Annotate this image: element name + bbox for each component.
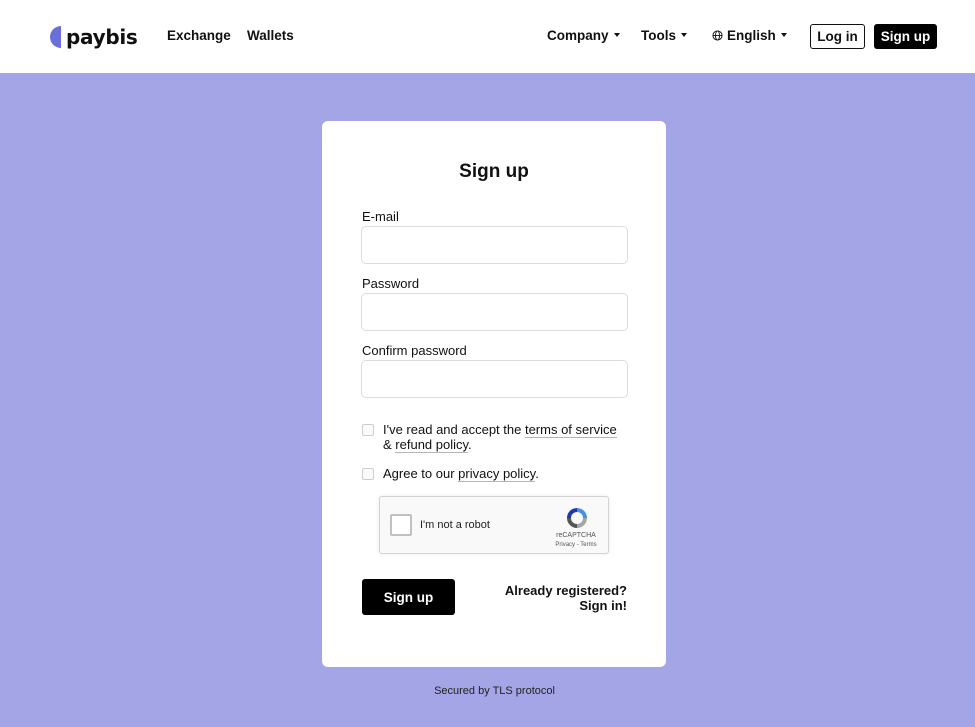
chevron-down-icon [613, 33, 620, 38]
terms-of-service-link[interactable]: terms of service [524, 422, 617, 438]
terms-row: I've read and accept the terms of servic… [362, 422, 617, 453]
nav-wallets[interactable]: Wallets [247, 28, 294, 43]
paybis-logo[interactable]: paybis [50, 24, 138, 50]
already-registered-text: Already registered? [504, 583, 627, 598]
signup-header-button[interactable]: Sign up [874, 24, 937, 49]
globe-icon [712, 30, 723, 41]
privacy-row: Agree to our privacy policy. [362, 466, 539, 482]
nav-exchange[interactable]: Exchange [167, 28, 231, 43]
chevron-down-icon [780, 33, 787, 38]
already-registered: Already registered? Sign in! [505, 583, 627, 613]
terms-text: I've read and accept the terms of servic… [383, 422, 617, 453]
recaptcha-links[interactable]: Privacy - Terms [546, 542, 606, 548]
security-note: Secured by TLS protocol [434, 685, 555, 697]
signup-submit-button[interactable]: Sign up [362, 579, 455, 615]
refund-policy-link[interactable]: refund policy [395, 437, 469, 453]
privacy-prefix: Agree to our [383, 466, 459, 481]
recaptcha-label: I'm not a robot [420, 519, 490, 531]
recaptcha-brand: reCAPTCHA [556, 532, 596, 539]
privacy-checkbox[interactable] [362, 468, 374, 480]
nav-company-label: Company [547, 28, 609, 43]
email-label: E-mail [362, 209, 399, 224]
top-navbar: paybis Exchange Wallets Company Tools En… [0, 0, 975, 73]
chevron-down-icon [681, 33, 687, 38]
sign-in-link[interactable]: Sign in! [505, 598, 627, 613]
page-title: Sign up [459, 161, 529, 182]
language-dropdown[interactable]: English [712, 28, 787, 43]
logo-text: paybis [66, 25, 138, 49]
password-field[interactable] [361, 293, 628, 331]
recaptcha-widget: I'm not a robot reCAPTCHA Privacy - Term… [379, 496, 609, 554]
nav-company-dropdown[interactable]: Company [547, 28, 620, 43]
terms-amp: & [383, 437, 396, 452]
logo-mark-icon [50, 26, 61, 48]
confirm-password-field[interactable] [361, 360, 628, 398]
recaptcha-checkbox[interactable] [390, 514, 412, 536]
password-label: Password [362, 276, 420, 291]
privacy-text: Agree to our privacy policy. [383, 466, 539, 482]
nav-tools-dropdown[interactable]: Tools [641, 28, 687, 43]
terms-checkbox[interactable] [362, 424, 374, 436]
recaptcha-logo-icon [567, 508, 587, 528]
login-button[interactable]: Log in [810, 24, 865, 49]
terms-suffix: . [468, 437, 472, 452]
privacy-suffix: . [535, 466, 539, 481]
terms-prefix: I've read and accept the [383, 422, 525, 437]
signup-card: Sign up E-mail Password Confirm password… [322, 121, 666, 667]
email-field[interactable] [361, 226, 628, 264]
privacy-policy-link[interactable]: privacy policy [458, 466, 536, 482]
nav-tools-label: Tools [641, 28, 676, 43]
confirm-password-label: Confirm password [362, 343, 467, 358]
language-label: English [727, 28, 776, 43]
